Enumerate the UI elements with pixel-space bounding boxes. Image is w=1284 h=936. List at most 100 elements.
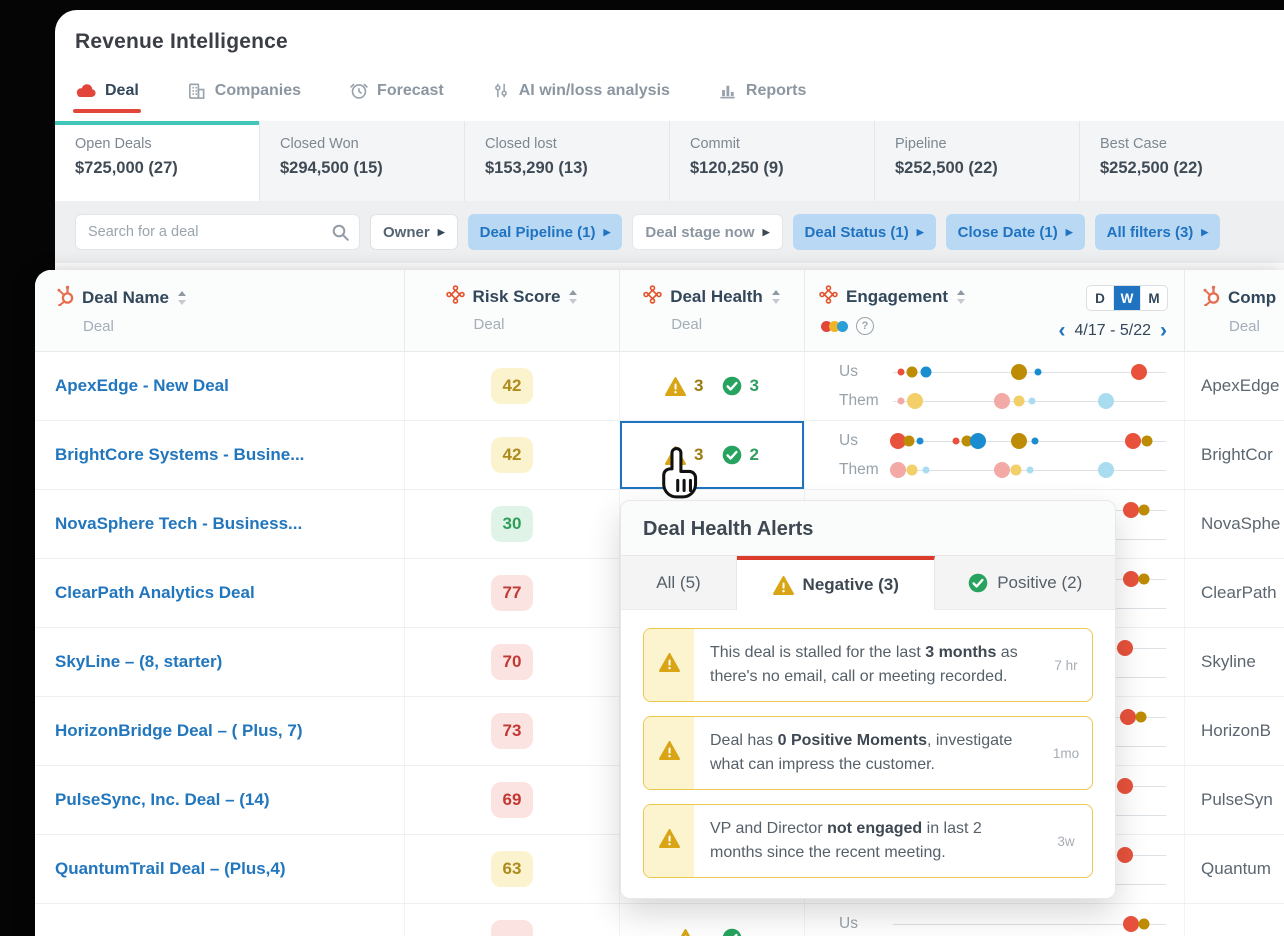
summary-card[interactable]: Open Deals $725,000 (27) (55, 121, 259, 201)
summary-card-value: $153,290 (13) (485, 159, 588, 177)
caret-icon: ▶ (916, 226, 924, 237)
deal-name-link[interactable]: PulseSync, Inc. Deal – (14) (55, 790, 269, 810)
summary-card[interactable]: Closed lost $153,290 (13) (464, 121, 669, 201)
summary-card[interactable]: Commit $120,250 (9) (669, 121, 874, 201)
period-toggle-w[interactable]: W (1113, 286, 1140, 310)
risk-score-cell: 69 (405, 766, 620, 834)
deal-health-cell[interactable] (620, 904, 805, 936)
alert-text: VP and Director not engaged in last 2 mo… (710, 820, 982, 861)
column-title: Deal Health (670, 287, 763, 306)
engagement-cell: Us Them (805, 904, 1185, 936)
engagement-dot (1138, 504, 1150, 515)
help-icon[interactable]: ? (856, 317, 874, 335)
search-input[interactable] (76, 215, 359, 249)
engagement-legend: ? (821, 317, 966, 335)
engagement-dot (1138, 918, 1150, 929)
column-header-engagement[interactable]: Engagement ? DWM ‹ 4/17 - 5/22 › (805, 270, 1185, 351)
tab-label: Reports (745, 81, 807, 99)
page-title: Revenue Intelligence (75, 30, 288, 53)
summary-card-value: $294,500 (15) (280, 159, 383, 177)
header-panel: Revenue Intelligence Deal Companies Fore… (55, 10, 1284, 270)
summary-card[interactable]: Pipeline $252,500 (22) (874, 121, 1079, 201)
deal-name-cell: ApexEdge - New Deal (35, 352, 405, 420)
popup-tab-label: Negative (3) (802, 575, 899, 594)
risk-score-cell: 30 (405, 490, 620, 558)
risk-score-badge: 42 (491, 437, 533, 473)
engagement-dot (922, 466, 930, 473)
period-toggle-m[interactable]: M (1140, 286, 1167, 310)
summary-cards-row: Open Deals $725,000 (27) Closed Won $294… (55, 121, 1284, 201)
engagement-dot (1034, 368, 1042, 375)
company-name: BrightCor (1201, 445, 1273, 464)
search-icon (331, 223, 350, 247)
summary-card[interactable]: Closed Won $294,500 (15) (259, 121, 464, 201)
engagement-cell: Us Them (805, 421, 1185, 489)
warning-icon (675, 928, 696, 936)
deal-name-link[interactable]: SkyLine – (8, starter) (55, 652, 222, 672)
deal-name-link[interactable]: HorizonBridge Deal – ( Plus, 7) (55, 721, 303, 741)
column-header-deal-health[interactable]: Deal Health Deal (620, 270, 805, 351)
engagement-dot (1117, 639, 1134, 656)
column-title: Engagement (846, 287, 949, 306)
column-title: Comp (1228, 288, 1277, 307)
deal-name-cell: QuantumTrail Deal – (Plus,4) (35, 835, 405, 903)
sort-icon[interactable] (568, 289, 578, 305)
filter-chip[interactable]: Owner ▶ (370, 214, 458, 250)
filter-chip[interactable]: Deal Status (1) ▶ (792, 214, 936, 250)
chevron-right-icon[interactable]: › (1159, 320, 1168, 341)
risk-score-badge (491, 920, 533, 936)
alert-timestamp: 3w (1057, 833, 1075, 849)
company-name: Quantum (1201, 859, 1271, 878)
deal-name-link[interactable]: ApexEdge - New Deal (55, 376, 229, 396)
filter-chip-label: All filters (3) (1106, 223, 1194, 241)
freshworks-icon (445, 285, 465, 309)
nav-tab[interactable]: Forecast (349, 81, 444, 100)
popup-tab[interactable]: All (5) (621, 556, 737, 610)
nav-tab[interactable]: AI win/loss analysis (492, 81, 670, 100)
popup-tab[interactable]: Negative (3) (737, 556, 936, 610)
engagement-dot (1141, 435, 1153, 446)
filter-chip[interactable]: Close Date (1) ▶ (945, 214, 1085, 250)
chevron-left-icon[interactable]: ‹ (1058, 320, 1067, 341)
deal-health-alerts-popup: Deal Health Alerts All (5) Negative (3) … (620, 500, 1116, 899)
popup-header: Deal Health Alerts (621, 501, 1115, 556)
deal-health-cell[interactable]: 33 (620, 352, 805, 420)
risk-score-badge: 77 (491, 575, 533, 611)
popup-tab[interactable]: Positive (2) (935, 556, 1115, 610)
deal-health-cell[interactable]: 32 (620, 421, 805, 489)
summary-card-value: $120,250 (9) (690, 159, 784, 177)
deal-name-link[interactable]: QuantumTrail Deal – (Plus,4) (55, 859, 286, 879)
sort-icon[interactable] (771, 289, 781, 305)
summary-card[interactable]: Best Case $252,500 (22) (1079, 121, 1284, 201)
sort-icon[interactable] (956, 289, 966, 305)
company-cell: ApexEdge (1185, 352, 1284, 420)
filter-chip[interactable]: All filters (3) ▶ (1094, 214, 1221, 250)
column-header-risk-score[interactable]: Risk Score Deal (405, 270, 620, 351)
engagement-dot (952, 437, 960, 444)
deal-name-link[interactable]: NovaSphere Tech - Business... (55, 514, 302, 534)
nav-tab[interactable]: Companies (187, 81, 301, 100)
deal-name-link[interactable]: ClearPath Analytics Deal (55, 583, 255, 603)
deal-name-cell: HorizonBridge Deal – ( Plus, 7) (35, 697, 405, 765)
check-icon (722, 445, 742, 465)
nav-tab[interactable]: Deal (73, 82, 141, 113)
filter-chip[interactable]: Deal stage now ▶ (632, 214, 783, 250)
filter-chip[interactable]: Deal Pipeline (1) ▶ (467, 214, 623, 250)
risk-score-badge: 70 (491, 644, 533, 680)
sort-icon[interactable] (177, 290, 187, 306)
engagement-dot (1117, 846, 1134, 863)
engagement-dot (1125, 432, 1142, 449)
column-header-deal-name[interactable]: Deal Name Deal (35, 270, 405, 351)
caret-icon: ▶ (603, 226, 611, 237)
check-icon (722, 376, 742, 396)
us-label: Us (839, 362, 858, 380)
summary-card-label: Best Case (1100, 136, 1167, 152)
deal-name-link[interactable]: BrightCore Systems - Busine... (55, 445, 304, 465)
nav-tab[interactable]: Reports (718, 81, 806, 100)
positive-count: 2 (749, 445, 759, 464)
column-header-company[interactable]: Comp Deal (1185, 270, 1284, 351)
period-toggle-d[interactable]: D (1087, 286, 1113, 310)
alert-card: This deal is stalled for the last 3 mont… (643, 628, 1093, 702)
company-name: HorizonB (1201, 721, 1271, 740)
deals-table-card: Deal Name Deal Risk Score Deal Deal Heal… (35, 270, 1284, 936)
